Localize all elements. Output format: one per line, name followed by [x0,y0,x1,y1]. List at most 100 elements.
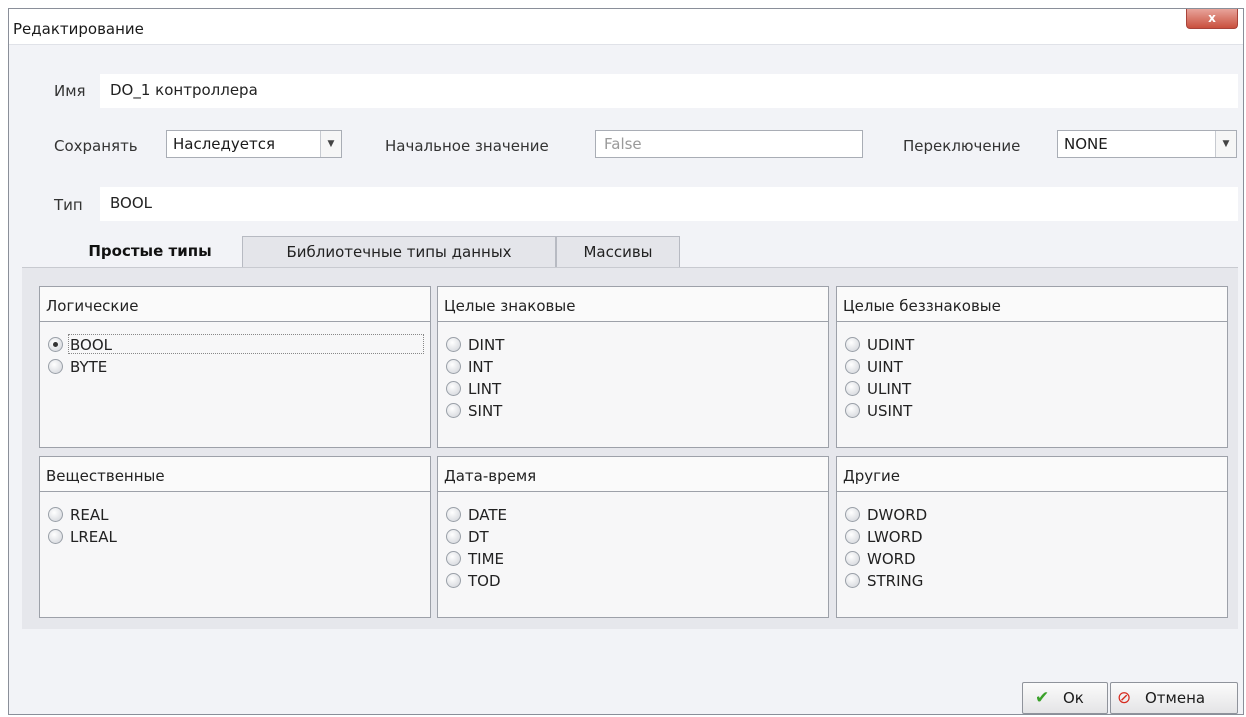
option-label: BYTE [70,358,108,376]
cancel-button[interactable]: ⊘ Отмена [1110,682,1238,714]
radio-option-usint[interactable]: USINT [845,400,914,422]
group-other: Другие DWORD LWORD WORD STRING [836,456,1228,618]
cancel-icon: ⊘ [1117,688,1132,708]
option-label: REAL [70,506,109,524]
radio-option-date[interactable]: DATE [446,504,507,526]
switch-combo[interactable]: NONE ▼ [1057,130,1237,158]
option-label: SINT [468,402,503,420]
radio-icon[interactable] [845,403,860,418]
group-real: Вещественные REAL LREAL [39,456,431,618]
radio-option-dint[interactable]: DINT [446,334,504,356]
initial-value-label: Начальное значение [385,137,549,155]
radio-option-string[interactable]: STRING [845,570,927,592]
ok-button[interactable]: ✔ Ок [1022,682,1108,714]
group-title: Другие [837,457,1227,492]
group-title: Вещественные [40,457,430,492]
radio-icon[interactable] [845,381,860,396]
radio-icon[interactable] [845,551,860,566]
initial-value-placeholder: False [604,135,642,153]
radio-icon[interactable] [845,507,860,522]
radio-icon[interactable] [446,529,461,544]
radio-option-dt[interactable]: DT [446,526,507,548]
name-value: DO_1 контроллера [110,81,258,99]
option-label: DT [468,528,489,546]
title-bar: Редактирование x [9,9,1243,45]
radio-icon[interactable] [845,529,860,544]
radio-option-sint[interactable]: SINT [446,400,504,422]
option-label: USINT [867,402,913,420]
radio-icon[interactable] [845,359,860,374]
option-label: TIME [468,550,505,568]
save-label: Сохранять [54,137,138,155]
group-title: Целые знаковые [438,287,828,322]
radio-icon[interactable] [48,359,63,374]
group-logical: Логические BOOL BYTE [39,286,431,448]
radio-option-byte[interactable]: BYTE [48,356,112,378]
radio-icon[interactable] [48,507,63,522]
chevron-down-icon[interactable]: ▼ [320,131,341,157]
option-label: LINT [468,380,502,398]
radio-option-lint[interactable]: LINT [446,378,504,400]
option-label: DINT [468,336,505,354]
option-label: DATE [468,506,508,524]
group-unsigned-integers: Целые беззнаковые UDINT UINT ULINT USINT [836,286,1228,448]
group-signed-integers: Целые знаковые DINT INT LINT SINT [437,286,829,448]
close-button[interactable]: x [1186,9,1238,29]
radio-option-uint[interactable]: UINT [845,356,914,378]
name-field[interactable]: DO_1 контроллера [100,74,1238,108]
group-date-time: Дата-время DATE DT TIME TOD [437,456,829,618]
option-label: DWORD [867,506,928,524]
option-label: UINT [867,358,903,376]
radio-option-tod[interactable]: TOD [446,570,507,592]
option-label: LWORD [867,528,923,546]
radio-option-ulint[interactable]: ULINT [845,378,914,400]
save-combo[interactable]: Наследуется ▼ [166,130,342,158]
cancel-label: Отмена [1145,689,1206,707]
radio-icon[interactable] [48,529,63,544]
option-label: UDINT [867,336,915,354]
radio-option-real[interactable]: REAL [48,504,117,526]
group-title: Целые беззнаковые [837,287,1227,322]
radio-option-bool[interactable]: BOOL [48,334,424,356]
tab-arrays[interactable]: Массивы [556,236,680,267]
tab-simple-types[interactable]: Простые типы [60,233,240,267]
option-label: WORD [867,550,916,568]
tab-library-types[interactable]: Библиотечные типы данных [242,236,556,267]
radio-icon[interactable] [446,381,461,396]
radio-option-time[interactable]: TIME [446,548,507,570]
switch-combo-value: NONE [1064,135,1108,153]
radio-option-int[interactable]: INT [446,356,504,378]
option-label: TOD [468,572,501,590]
type-field[interactable]: BOOL [100,187,1238,221]
switch-label: Переключение [903,137,1021,155]
initial-value-input[interactable]: False [595,130,863,158]
radio-option-lword[interactable]: LWORD [845,526,927,548]
name-label: Имя [54,82,86,100]
radio-icon[interactable] [446,573,461,588]
radio-option-word[interactable]: WORD [845,548,927,570]
ok-label: Ок [1063,689,1084,707]
radio-icon[interactable] [446,359,461,374]
save-combo-value: Наследуется [173,135,276,153]
chevron-down-icon[interactable]: ▼ [1215,131,1236,157]
radio-icon[interactable] [446,507,461,522]
checkmark-icon: ✔ [1035,688,1050,708]
radio-icon[interactable] [446,403,461,418]
radio-option-dword[interactable]: DWORD [845,504,927,526]
radio-icon[interactable] [446,551,461,566]
option-label: INT [468,358,493,376]
radio-option-udint[interactable]: UDINT [845,334,914,356]
option-label: ULINT [867,380,912,398]
radio-icon[interactable] [845,337,860,352]
radio-checked-icon[interactable] [48,337,63,352]
radio-icon[interactable] [446,337,461,352]
focus-outline [68,334,424,354]
type-label: Тип [54,196,83,214]
dialog-title: Редактирование [13,20,144,38]
type-value: BOOL [110,194,152,212]
radio-icon[interactable] [845,573,860,588]
group-title: Дата-время [438,457,828,492]
option-label: LREAL [70,528,117,546]
radio-option-lreal[interactable]: LREAL [48,526,117,548]
group-title: Логические [40,287,430,322]
